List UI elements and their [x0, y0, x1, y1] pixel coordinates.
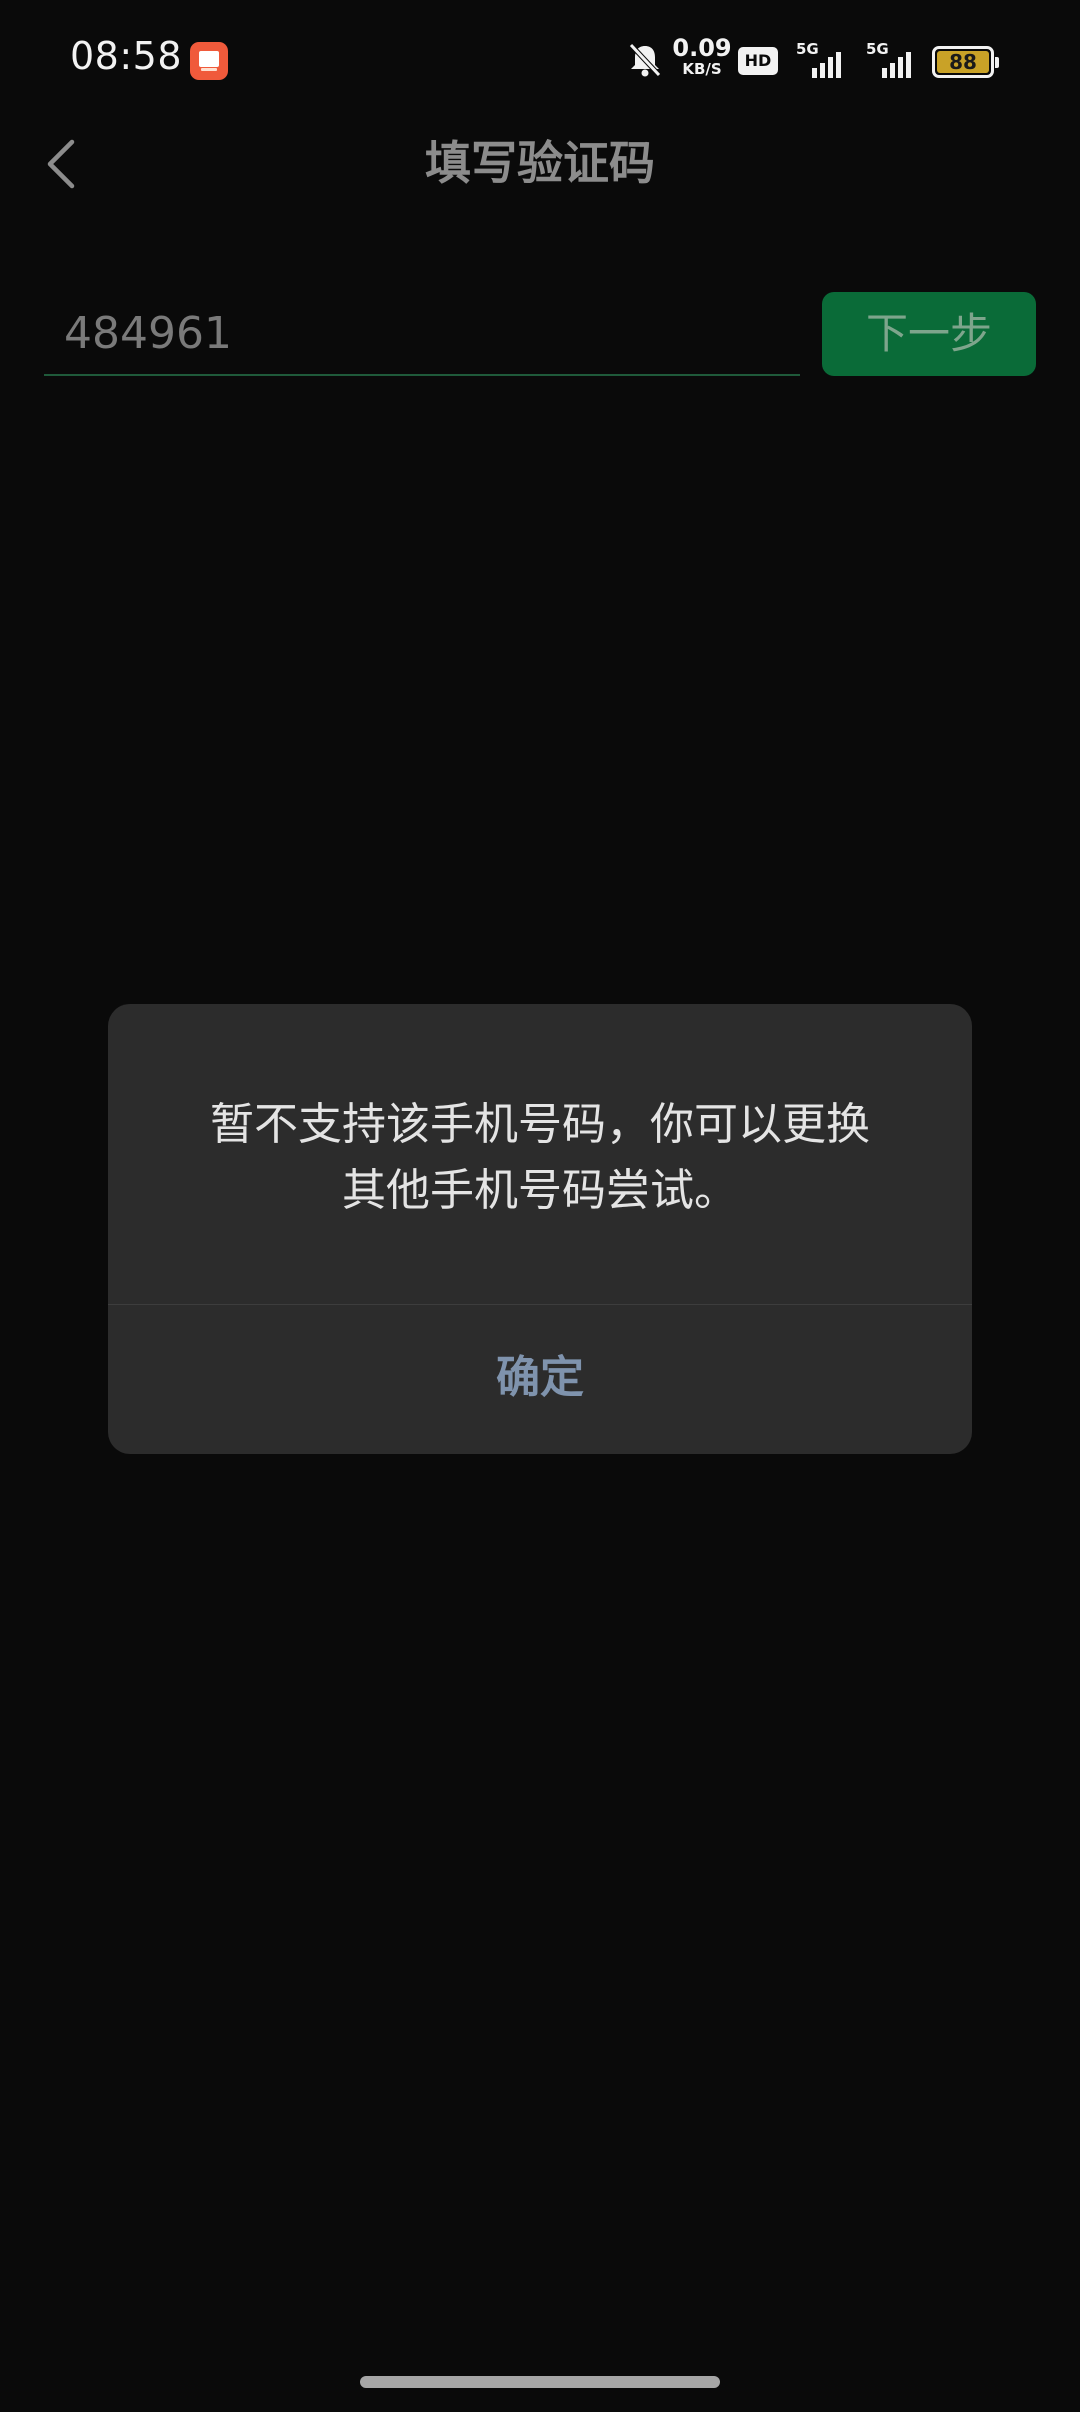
battery-icon: 88 [932, 46, 999, 78]
hd-icon: HD [738, 47, 778, 75]
status-bar: 08:58 0.09 KB/S HD 5G 5G 88 [0, 0, 1080, 124]
home-indicator[interactable] [360, 2376, 720, 2388]
network-speed-unit: KB/S [682, 60, 722, 78]
battery-level: 88 [937, 51, 989, 73]
mute-bell-icon [625, 40, 665, 84]
back-button[interactable] [30, 130, 100, 200]
chevron-left-icon [47, 139, 75, 189]
dialog-message: 暂不支持该手机号码，你可以更换 其他手机号码尝试。 [168, 1092, 912, 1224]
network-speed: 0.09 KB/S [672, 36, 732, 77]
battery-cap [995, 57, 999, 68]
signal-5g-icon: 5G [796, 40, 846, 80]
status-time: 08:58 [70, 34, 183, 78]
confirm-button[interactable]: 确定 [108, 1305, 972, 1454]
dialog-message-line-1: 暂不支持该手机号码，你可以更换 [210, 1099, 870, 1150]
next-step-button[interactable]: 下一步 [822, 292, 1036, 376]
verification-code-input[interactable]: 484961 [44, 298, 800, 376]
network-speed-value: 0.09 [672, 34, 732, 62]
page-title: 填写验证码 [425, 136, 655, 190]
dialog-message-line-2: 其他手机号码尝试。 [342, 1165, 738, 1216]
alert-dialog: 暂不支持该手机号码，你可以更换 其他手机号码尝试。 确定 [108, 1004, 972, 1454]
signal-5g-icon: 5G [866, 40, 916, 80]
app-notification-icon [190, 42, 228, 80]
